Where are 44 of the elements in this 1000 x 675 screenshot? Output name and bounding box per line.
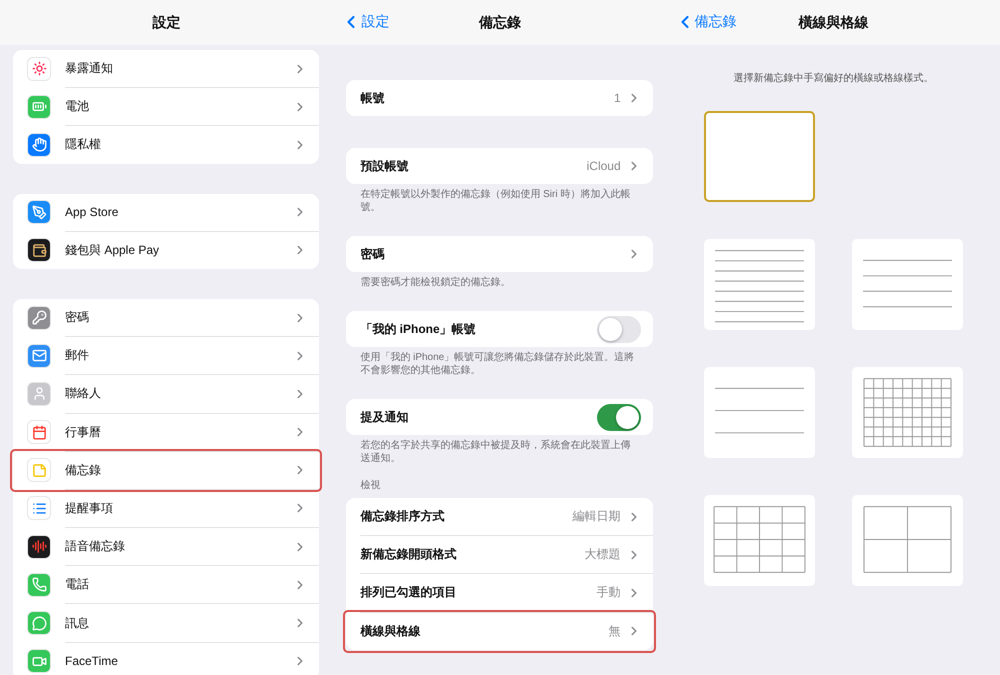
section-footer: 在特定帳號以外製作的備忘錄（例如使用 Siri 時）將加入此帳號。 <box>346 184 653 214</box>
row-value: 手動 <box>596 584 621 602</box>
settings-row[interactable]: 「我的 iPhone」帳號 <box>346 311 653 347</box>
settings-row[interactable]: 訊息 <box>13 604 320 642</box>
settings-row[interactable]: 提醒事項 <box>13 490 320 528</box>
section-footer: 需要密碼才能檢視鎖定的備忘錄。 <box>346 272 653 289</box>
page-title: 橫線與格線 <box>798 14 868 32</box>
row-value: 大標題 <box>584 546 621 564</box>
settings-row[interactable]: 預設帳號 iCloud <box>346 148 653 184</box>
toggle-switch[interactable] <box>596 404 641 430</box>
row-value: 編輯日期 <box>572 508 621 526</box>
settings-row[interactable]: 錢包與 Apple Pay <box>13 232 320 269</box>
section-footer: 若您的名字於共享的備忘錄中被提及時，系統會在此裝置上傳送通知。 <box>346 435 653 465</box>
settings-row[interactable]: 排列已勾選的項目 手動 <box>346 574 653 612</box>
settings-row[interactable]: App Store <box>13 194 320 231</box>
settings-row[interactable]: 行事曆 <box>13 414 320 451</box>
settings-row[interactable]: FaceTime <box>13 642 320 675</box>
settings-row[interactable]: 密碼 <box>13 298 320 336</box>
description-text: 選擇新備忘錄中手寫偏好的橫線或格線樣式。 <box>732 72 934 86</box>
settings-row[interactable]: 語音備忘錄 <box>13 528 320 566</box>
settings-row[interactable]: 備忘錄排序方式 編輯日期 <box>346 498 653 536</box>
toggle-switch[interactable] <box>596 316 641 342</box>
settings-row[interactable]: 備忘錄 <box>13 452 320 489</box>
back-button[interactable]: 設定 <box>339 10 392 34</box>
settings-row[interactable]: 密碼 <box>346 236 653 272</box>
settings-row[interactable]: 暴露通知 <box>13 50 320 88</box>
section-footer: 使用「我的 iPhone」帳號可讓您將備忘錄儲存於此裝置。這將不會影響您的其他備忘錄。 <box>346 347 653 377</box>
row-value: iCloud <box>586 159 621 173</box>
back-button[interactable]: 備忘錄 <box>672 10 739 34</box>
settings-row[interactable]: 電池 <box>13 88 320 126</box>
paper-style-option[interactable] <box>704 111 815 202</box>
row-value: 1 <box>614 91 621 105</box>
settings-row[interactable]: 聯絡人 <box>13 375 320 412</box>
settings-row[interactable]: 新備忘錄開頭格式 大標題 <box>346 536 653 574</box>
page-title: 設定 <box>152 14 181 32</box>
row-value: 無 <box>608 622 621 640</box>
settings-row[interactable]: 隱私權 <box>13 126 320 164</box>
settings-row[interactable]: 帳號 1 <box>346 80 653 116</box>
page-title: 備忘錄 <box>478 14 521 32</box>
settings-row[interactable]: 電話 <box>13 566 320 604</box>
section-header: 檢視 <box>359 478 382 493</box>
settings-row[interactable]: 提及通知 <box>346 399 653 435</box>
settings-row[interactable]: 橫線與格線 無 <box>346 612 653 650</box>
settings-row[interactable]: 郵件 <box>13 337 320 374</box>
